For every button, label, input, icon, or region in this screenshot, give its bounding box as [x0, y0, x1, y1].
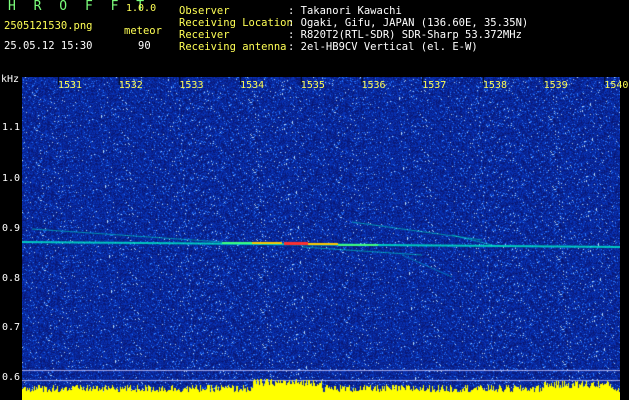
y-axis-unit: kHz	[1, 74, 20, 85]
x-tick-label: 1539	[543, 80, 568, 91]
location-value: : Ogaki, Gifu, JAPAN (136.60E, 35.35N)	[288, 17, 529, 29]
y-tick-label: 0.7	[1, 322, 20, 333]
x-tick-label: 1534	[240, 80, 265, 91]
spectrogram	[22, 77, 620, 400]
y-tick-label: 0.9	[1, 223, 20, 234]
x-tick-label: 1537	[422, 80, 447, 91]
meteor-count: 90	[138, 40, 151, 52]
x-tick-label: 1536	[361, 80, 386, 91]
right-margin	[620, 77, 629, 400]
x-tick-label: 1533	[179, 80, 204, 91]
x-tick-label: 1535	[300, 80, 325, 91]
x-tick-label: 1531	[58, 80, 83, 91]
x-tick-label: 1532	[118, 80, 143, 91]
receiver-label: Receiver	[179, 29, 230, 41]
mode-label: meteor	[124, 25, 162, 37]
antenna-label: Receiving antenna	[179, 41, 287, 53]
app-version: 1.0.0	[126, 3, 157, 14]
antenna-value: : 2el-HB9CV Vertical (el. E-W)	[288, 41, 478, 53]
y-tick-label: 1.1	[1, 122, 20, 133]
observer-value: : Takanori Kawachi	[288, 5, 402, 17]
y-tick-label: 1.0	[1, 173, 20, 184]
image-filename: 2505121530.png	[4, 20, 93, 32]
observer-label: Observer	[179, 5, 230, 17]
y-tick-label: 0.6	[1, 372, 20, 383]
header-panel: H R O F F T 1.0.0 2505121530.png meteor …	[0, 0, 629, 77]
receiver-value: : R820T2(RTL-SDR) SDR-Sharp 53.372MHz	[288, 29, 522, 41]
datetime: 25.05.12 15:30	[4, 40, 93, 52]
location-label: Receiving Location	[179, 17, 293, 29]
x-tick-label: 1540	[604, 80, 629, 91]
x-tick-label: 1538	[482, 80, 507, 91]
y-tick-label: 0.8	[1, 273, 20, 284]
